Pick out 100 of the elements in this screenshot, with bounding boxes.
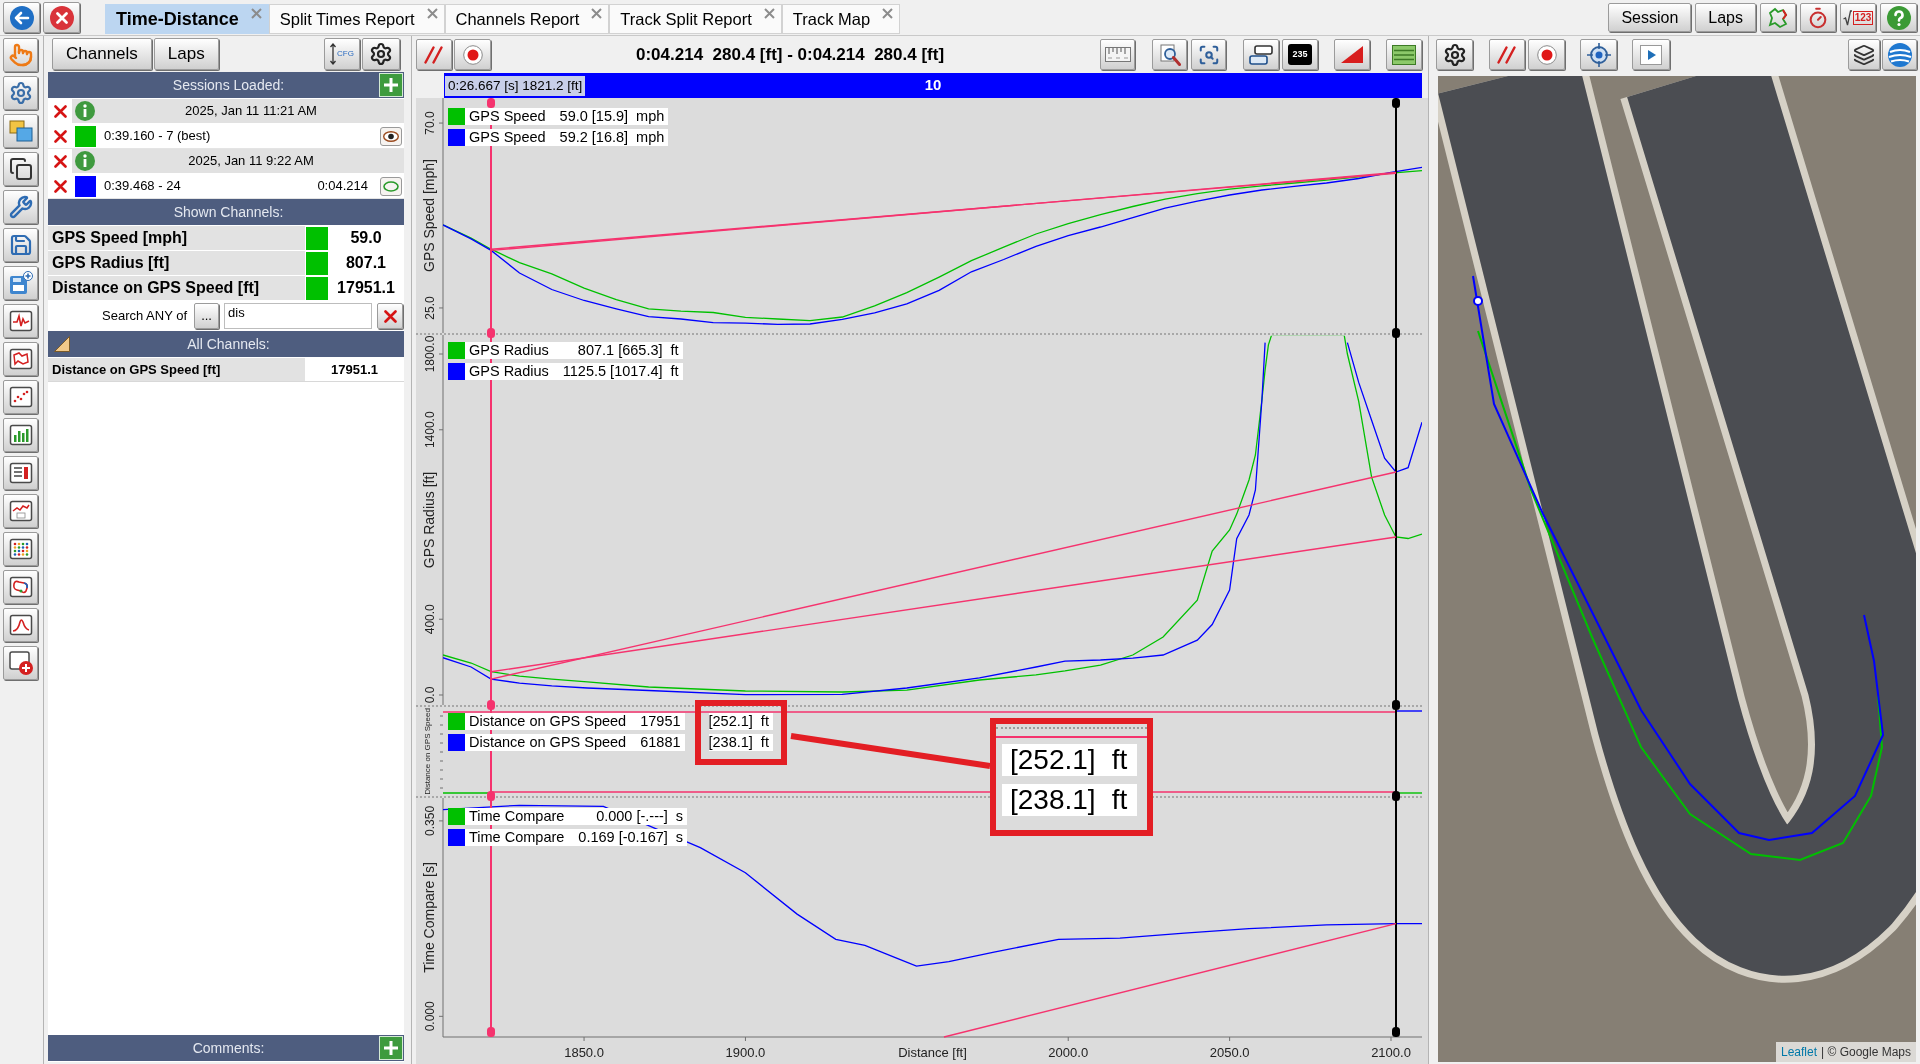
- close-button[interactable]: [43, 2, 80, 33]
- legend-label: GPS Radius: [465, 342, 563, 359]
- tool-button[interactable]: [3, 228, 38, 262]
- settings-button[interactable]: [1436, 39, 1473, 70]
- tab[interactable]: Time-Distance: [105, 4, 269, 34]
- config-button[interactable]: CFG: [324, 38, 360, 70]
- tool-button[interactable]: [3, 570, 38, 604]
- session-date: 2025, Jan 11 9:22 AM: [188, 152, 314, 171]
- search-field[interactable]: dis: [224, 303, 373, 329]
- layout-button[interactable]: [1243, 39, 1279, 70]
- tab[interactable]: Track Split Report: [609, 4, 782, 34]
- legend-label: Time Compare: [465, 808, 579, 825]
- tool-button[interactable]: [3, 342, 38, 376]
- legend-value: 807.1 [665.3]: [562, 342, 663, 359]
- double-slash-icon: [1497, 45, 1517, 64]
- back-button[interactable]: [3, 2, 40, 33]
- split-button[interactable]: [416, 39, 452, 70]
- tool-button[interactable]: [3, 418, 38, 452]
- remove-button[interactable]: [48, 99, 72, 123]
- toolbar-button[interactable]: Session: [1608, 3, 1692, 32]
- tab[interactable]: Channels Report: [444, 4, 610, 34]
- remove-button[interactable]: [48, 149, 72, 173]
- zoom-button[interactable]: [1152, 39, 1187, 70]
- double-slash-icon: [424, 45, 444, 64]
- x-tick-label: 2100.0: [1371, 1045, 1411, 1060]
- triangle-icon: [1341, 46, 1363, 63]
- windows-icon: [8, 119, 33, 143]
- legend-delta: [238.1]: [708, 734, 761, 751]
- x-tick-label: 2000.0: [1048, 1045, 1089, 1060]
- tool-button[interactable]: [3, 190, 38, 224]
- x-icon: [53, 179, 67, 193]
- lap-number: 10: [924, 75, 942, 96]
- tool-button[interactable]: [3, 608, 38, 642]
- crosshair-icon: [1586, 42, 1611, 67]
- help-button[interactable]: [1880, 3, 1917, 32]
- options-button[interactable]: ...: [194, 303, 220, 329]
- channel-name: GPS Speed [mph]: [48, 226, 305, 250]
- display-button[interactable]: 235: [1282, 39, 1318, 70]
- callout-unit: ft: [1111, 744, 1128, 776]
- rows-button[interactable]: [1386, 39, 1422, 70]
- legend-unit: mph: [628, 108, 669, 125]
- help-icon: [1886, 5, 1911, 30]
- layers-button[interactable]: [1848, 39, 1880, 70]
- x-icon: [383, 309, 397, 323]
- add-button[interactable]: [379, 73, 403, 97]
- legend-value: 1125.5 [1017.4]: [562, 363, 663, 380]
- play-icon: [1640, 44, 1662, 65]
- tool-button[interactable]: [3, 152, 38, 186]
- panel-tab-button[interactable]: Channels: [52, 38, 152, 70]
- scatter-chart-icon: [8, 385, 33, 409]
- x-icon: [53, 104, 67, 118]
- callout-unit: ft: [1111, 784, 1128, 816]
- legend-label: Distance on GPS Speed: [465, 713, 641, 730]
- corner-triangle-icon: [54, 336, 70, 352]
- legend-value: 17951: [640, 713, 685, 730]
- add-window-icon: [8, 651, 33, 675]
- stopwatch-button[interactable]: [1800, 3, 1836, 32]
- curve-chart-icon: [8, 613, 33, 637]
- y-tick-label: 1800.0: [423, 335, 437, 373]
- save-plus-icon: [8, 271, 33, 295]
- record-button[interactable]: [1528, 39, 1565, 70]
- legend-label: GPS Radius: [465, 363, 563, 380]
- line-chart-icon: [8, 499, 33, 523]
- section-title: Sessions Loaded:: [172, 75, 285, 95]
- zoom-fit-button[interactable]: [1191, 39, 1226, 70]
- play-button[interactable]: [1632, 39, 1670, 70]
- lap-time: 0:04.214: [317, 177, 368, 196]
- ruler-button[interactable]: [1100, 39, 1135, 70]
- toolbar-button[interactable]: Laps: [1695, 3, 1756, 32]
- plus-icon: [384, 78, 398, 92]
- panel-tab-button[interactable]: Laps: [153, 38, 219, 70]
- tool-button[interactable]: [3, 494, 38, 528]
- tool-button[interactable]: [3, 380, 38, 414]
- tool-button[interactable]: [3, 456, 38, 490]
- settings-button[interactable]: [362, 38, 400, 70]
- split-button[interactable]: [1489, 39, 1525, 70]
- tool-button[interactable]: [3, 304, 38, 338]
- legend-label: Distance on GPS Speed: [465, 734, 641, 751]
- y-tick-label: 1400.0: [423, 411, 437, 449]
- tab[interactable]: Split Times Report: [268, 4, 445, 34]
- x-tick-label: 2050.0: [1209, 1045, 1250, 1060]
- clear-button[interactable]: [377, 303, 403, 329]
- plus-icon: [384, 1041, 398, 1055]
- y-tick-label: 0.0: [423, 686, 437, 704]
- tool-button[interactable]: [3, 532, 38, 566]
- globe-button[interactable]: [1882, 39, 1917, 70]
- add-button[interactable]: [379, 1036, 403, 1060]
- attribution-link[interactable]: Leaflet: [1780, 1043, 1817, 1061]
- x-tick-label: 1850.0: [564, 1045, 604, 1060]
- position-marker-icon: [1473, 296, 1483, 306]
- tab[interactable]: Track Map: [781, 4, 901, 34]
- attribution-text: | © Google Maps: [1821, 1044, 1911, 1061]
- record-button[interactable]: [454, 39, 491, 70]
- track-segments-icon: [8, 575, 33, 599]
- x-icon: [53, 129, 67, 143]
- list-icon: [8, 461, 33, 485]
- triangle-button[interactable]: [1334, 39, 1370, 70]
- route-button[interactable]: [1760, 3, 1796, 32]
- formula-button[interactable]: 123: [1840, 3, 1876, 32]
- center-button[interactable]: [1580, 39, 1617, 70]
